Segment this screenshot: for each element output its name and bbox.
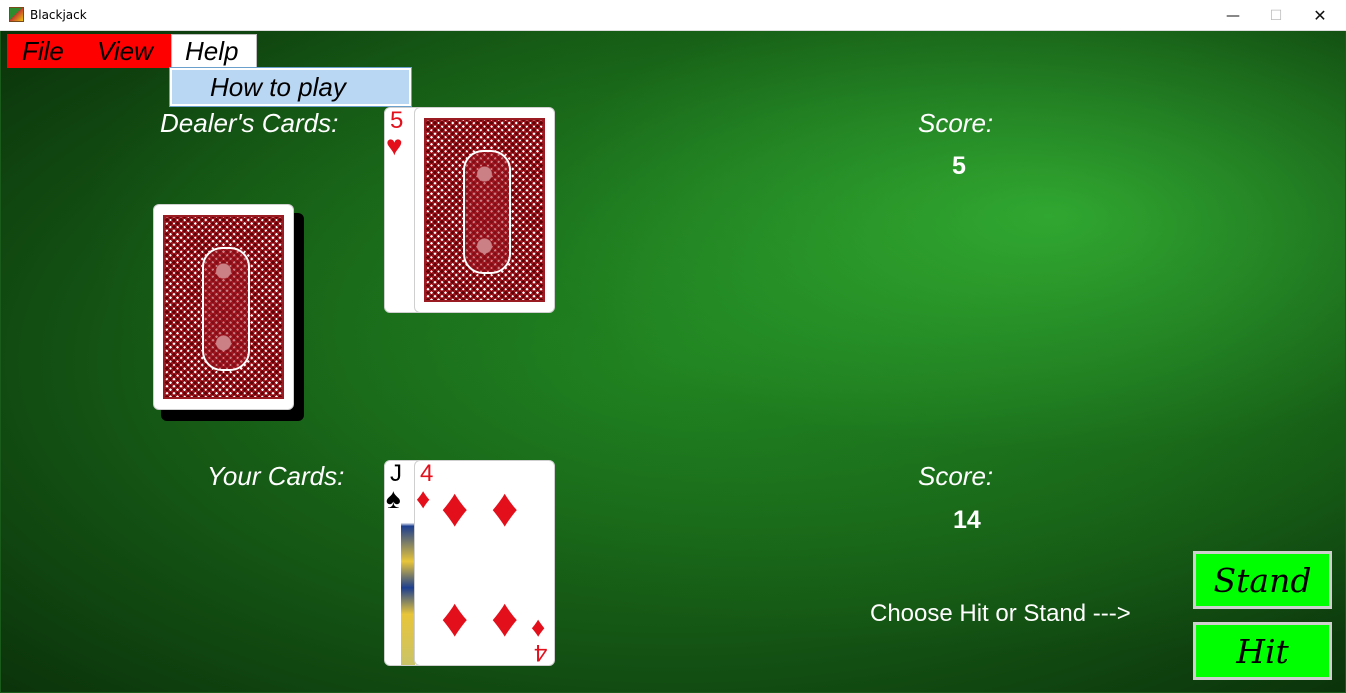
stand-button[interactable]: Stand [1193,551,1332,609]
menu-bar: File View Help [7,34,257,68]
close-button[interactable]: ✕ [1297,0,1343,31]
title-bar: Blackjack — ☐ ✕ [0,0,1346,31]
diamond-icon: ♦ [491,588,519,648]
dealer-card-face-down [414,107,555,313]
card-rank: 4 [534,639,548,666]
menu-item-how-to-play[interactable]: How to play [210,72,346,103]
card-back-pattern [163,215,284,399]
card-back-pattern [424,118,545,302]
diamond-icon: ♦ [416,483,431,514]
diamond-icon: ♦ [491,478,519,538]
minimize-button[interactable]: — [1210,0,1256,31]
player-card-4-diamonds: 4 ♦ ♦ ♦ ♦ ♦ ♦ 4 [414,460,555,666]
help-dropdown: How to play [169,67,412,107]
heart-icon: ♥ [386,130,403,161]
hit-button[interactable]: Hit [1193,622,1332,680]
menu-help[interactable]: Help [171,34,257,68]
diamond-icon: ♦ [441,588,469,648]
diamond-icon: ♦ [441,478,469,538]
card-deck-icon[interactable] [153,204,294,410]
dealer-score-label: Score: [918,108,994,138]
blackjack-app-icon [9,7,24,22]
maximize-button[interactable]: ☐ [1253,0,1299,31]
player-score-value: 14 [953,506,981,534]
jack-face-art [401,491,415,665]
menu-view[interactable]: View [89,34,171,68]
player-score-label: Score: [918,461,994,491]
dealer-score-value: 5 [952,152,966,180]
your-cards-label: Your Cards: [207,461,345,491]
status-message: Choose Hit or Stand ---> [870,600,1131,627]
spade-icon: ♠ [386,483,401,514]
window-title: Blackjack [30,8,87,22]
menu-file[interactable]: File [7,34,89,68]
dealer-cards-label: Dealer's Cards: [160,108,339,138]
